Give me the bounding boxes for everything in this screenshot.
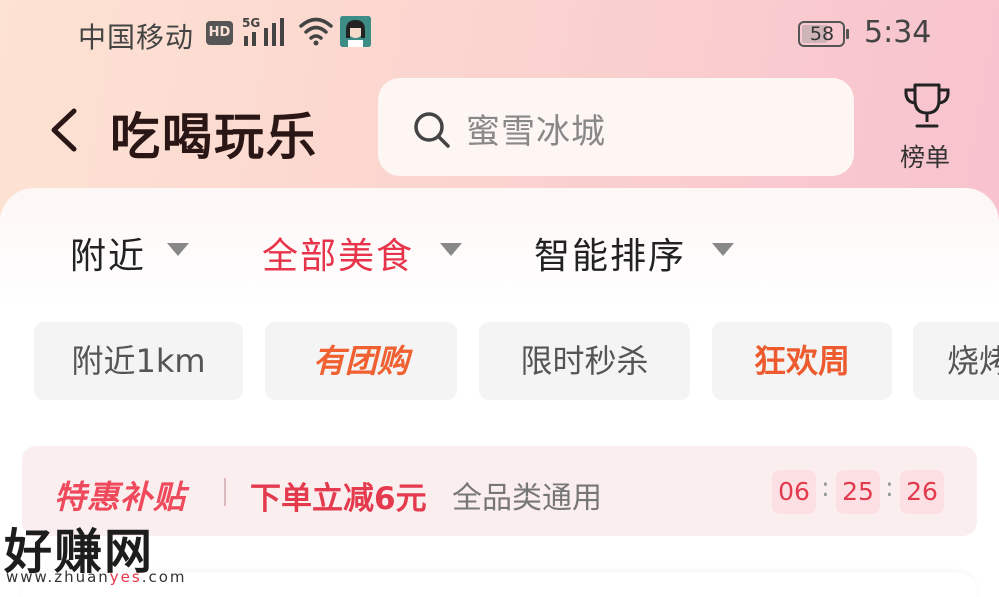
countdown-separator: : [821, 473, 830, 503]
notification-avatar-icon [340, 16, 371, 47]
banner-offer: 下单立减6元 [250, 481, 427, 517]
watermark: 好赚网 www.zhuanyes.com [4, 512, 194, 592]
wifi-icon [299, 17, 333, 46]
network-type: 5G [242, 16, 260, 30]
countdown-hours: 06 [772, 470, 816, 514]
hd-badge: HD [206, 21, 233, 45]
countdown-separator: : [885, 473, 894, 503]
chip-flash-sale[interactable]: 限时秒杀 [479, 322, 690, 400]
ranking-label: 榜单 [900, 143, 951, 172]
watermark-url: www.zhuanyes.com [6, 568, 187, 586]
search-input[interactable]: 蜜雪冰城 [466, 104, 606, 153]
filter-nearby[interactable]: 附近 [70, 227, 146, 279]
chip-nearby-1km[interactable]: 附近1km [34, 322, 243, 400]
battery-level: 58 [809, 23, 835, 45]
status-bar: 中国移动 HD 5G 58 5:34 [0, 0, 999, 70]
countdown-seconds: 26 [900, 470, 944, 514]
search-icon [414, 112, 450, 148]
trophy-icon [904, 83, 950, 128]
banner-divider [224, 478, 226, 506]
filter-sort[interactable]: 智能排序 [534, 227, 686, 279]
countdown-minutes: 25 [836, 470, 880, 514]
chip-bbq[interactable]: 烧烤 [913, 322, 999, 400]
chevron-down-icon[interactable] [712, 243, 734, 257]
chip-group-buy[interactable]: 有团购 [265, 322, 457, 400]
clock: 5:34 [864, 15, 932, 50]
signal-icon: 5G [242, 16, 284, 46]
page-title: 吃喝玩乐 [110, 108, 318, 166]
back-arrow-icon[interactable] [44, 105, 84, 155]
chevron-down-icon[interactable] [167, 243, 189, 257]
filter-category[interactable]: 全部美食 [262, 227, 414, 279]
carrier-name: 中国移动 [78, 21, 195, 54]
chip-carnival-week[interactable]: 狂欢周 [712, 322, 892, 400]
ranking-button[interactable]: 榜单 [892, 82, 962, 172]
banner-desc: 全品类通用 [452, 481, 602, 516]
chevron-down-icon[interactable] [440, 243, 462, 257]
